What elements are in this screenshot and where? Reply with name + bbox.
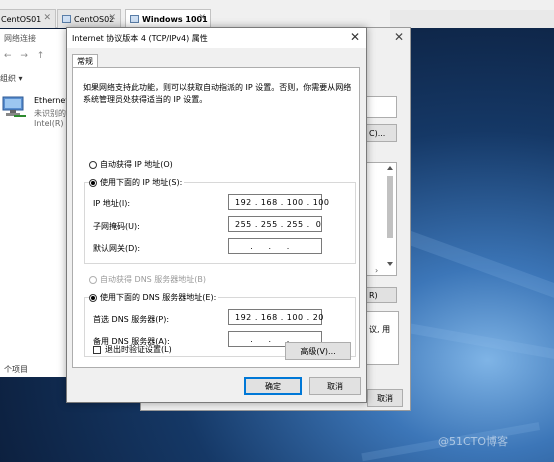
- organize-menu[interactable]: 组织 ▾: [0, 73, 23, 84]
- dns-auto-radio[interactable]: 自动获得 DNS 服务器地址(B): [89, 274, 206, 285]
- gateway-label: 默认网关(D):: [93, 244, 141, 253]
- vm-icon: [130, 15, 139, 23]
- close-icon[interactable]: ✕: [394, 30, 404, 44]
- checkbox-label: 退出时验证设置(L): [105, 345, 172, 354]
- tab-label: CentOS01: [1, 14, 42, 24]
- dialog-titlebar: Internet 协议版本 4 (TCP/IPv4) 属性 ✕: [67, 28, 366, 48]
- description-text: 如果网络支持此功能，则可以获取自动指派的 IP 设置。否则，你需要从网络系统管理…: [83, 83, 352, 104]
- button-label: R): [369, 290, 378, 300]
- radio-label: 自动获得 IP 地址(O): [100, 160, 173, 169]
- dialog-title: Internet 协议版本 4 (TCP/IPv4) 属性: [72, 34, 208, 43]
- checkbox-unchecked-icon: [93, 345, 101, 354]
- ip-address-label: IP 地址(I):: [93, 199, 131, 208]
- network-adapter-icon: [2, 96, 26, 117]
- close-icon[interactable]: ✕: [350, 30, 360, 44]
- item-count: 个项目: [4, 365, 28, 374]
- tab-centos01[interactable]: CentOS01 ✕: [0, 9, 56, 28]
- radio-checked-icon: [89, 293, 97, 302]
- cancel-button[interactable]: 取消: [309, 377, 361, 395]
- radio-label: 使用下面的 IP 地址(S):: [100, 178, 183, 187]
- radio-unchecked-icon: [89, 275, 97, 284]
- vm-tab-bar: CentOS01 ✕ CentOS02 ✕ Windows 1001 ✕: [0, 0, 554, 28]
- radio-unchecked-icon: [89, 160, 97, 169]
- radio-label: 自动获得 DNS 服务器地址(B): [100, 275, 207, 284]
- description-box: 议, 用: [365, 311, 399, 365]
- vm-icon: [62, 15, 71, 23]
- button-label: C)...: [369, 128, 386, 138]
- navigation-arrows[interactable]: ← → ↑: [4, 51, 47, 61]
- validate-on-exit-checkbox[interactable]: 退出时验证设置(L): [93, 344, 172, 355]
- chevron-right-icon[interactable]: ›: [375, 266, 378, 275]
- window-title: 网络连接: [4, 34, 36, 43]
- radio-label: 使用下面的 DNS 服务器地址(E):: [100, 293, 217, 302]
- advanced-button[interactable]: 高级(V)...: [285, 342, 351, 360]
- button-label: 取消: [377, 393, 393, 403]
- adapter-name[interactable]: Ethernet: [34, 96, 68, 105]
- ip-manual-radio[interactable]: 使用下面的 IP 地址(S):: [89, 177, 185, 188]
- close-icon[interactable]: ✕: [108, 13, 116, 23]
- scrollbar[interactable]: [385, 164, 395, 268]
- subnet-mask-field[interactable]: 255 . 255 . 255 . 0: [228, 216, 322, 232]
- tab-centos02[interactable]: CentOS02 ✕: [57, 9, 121, 28]
- adapter-field: [365, 96, 397, 118]
- gateway-field[interactable]: . . .: [228, 238, 322, 254]
- properties-button[interactable]: R): [365, 287, 397, 303]
- general-panel: 如果网络支持此功能，则可以获取自动指派的 IP 设置。否则，你需要从网络系统管理…: [72, 67, 360, 368]
- tab-general[interactable]: 常规: [72, 54, 98, 68]
- ipv4-properties-dialog: Internet 协议版本 4 (TCP/IPv4) 属性 ✕ 常规 如果网络支…: [66, 27, 367, 403]
- ip-address-field[interactable]: 192 . 168 . 100 . 100: [228, 194, 329, 210]
- radio-checked-icon: [89, 178, 97, 187]
- dns-primary-label: 首选 DNS 服务器(P):: [93, 315, 170, 324]
- ip-auto-radio[interactable]: 自动获得 IP 地址(O): [89, 159, 173, 170]
- close-icon[interactable]: ✕: [43, 13, 51, 23]
- dns-manual-radio[interactable]: 使用下面的 DNS 服务器地址(E):: [89, 292, 219, 303]
- close-icon[interactable]: ✕: [198, 13, 206, 23]
- configure-button[interactable]: C)...: [365, 124, 397, 142]
- description-text: 议, 用: [369, 325, 391, 334]
- tab-windows-1001[interactable]: Windows 1001 ✕: [125, 9, 211, 28]
- ok-button[interactable]: 确定: [244, 377, 302, 395]
- watermark-text: @51CTO博客: [438, 435, 509, 448]
- dns-primary-field[interactable]: 192 . 168 . 100 . 20: [228, 309, 323, 325]
- network-connections-window: 网络连接 ← → ↑ 组织 ▾ Ethernet 未识别的 Intel(R) 8…: [0, 29, 76, 377]
- adapter-status: 未识别的: [34, 109, 66, 118]
- cancel-button[interactable]: 取消: [367, 389, 403, 407]
- tabbar-spacer: [390, 10, 554, 28]
- subnet-mask-label: 子网掩码(U):: [93, 222, 140, 231]
